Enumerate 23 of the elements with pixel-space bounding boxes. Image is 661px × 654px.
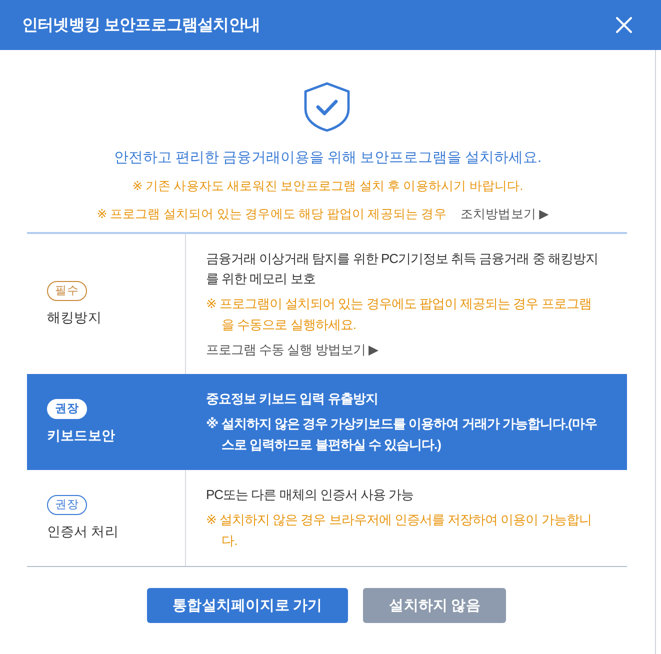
priority-badge: 필수 bbox=[47, 281, 87, 301]
program-name: 키보드보안 bbox=[47, 427, 116, 445]
close-icon bbox=[616, 17, 632, 33]
close-button[interactable] bbox=[616, 17, 632, 33]
program-note: ※ 프로그램이 설치되어 있는 경우에도 팝업이 제공되는 경우 프로그램을 수동으로 실행하세요. bbox=[206, 295, 592, 334]
program-description: 중요정보 키보드 입력 유출방지 bbox=[206, 390, 379, 408]
priority-badge: 권장 bbox=[47, 495, 87, 515]
priority-badge: 권장 bbox=[47, 399, 87, 419]
program-note: ※ 설치하지 않은 경우 가상키보드를 이용하여 거래가 가능합니다.(마우스로 입력하므로 불편하실 수 있습니다.) bbox=[206, 415, 598, 454]
install-headline: 안전하고 편리한 금융거래이용을 위해 보안프로그램을 설치하세요. bbox=[114, 149, 542, 167]
go-install-page-button[interactable]: 통합설치페이지로 가기 bbox=[146, 588, 348, 623]
help-link[interactable]: 조치방법보기 ▶ bbox=[460, 206, 548, 223]
window-title: 인터넷뱅킹 보안프로그램설치안내 bbox=[22, 16, 260, 36]
manual-run-link[interactable]: 프로그램 수동 실행 방법보기 ▶ bbox=[206, 341, 378, 359]
popup-notice: ※ 프로그램 설치되어 있는 경우에도 해당 팝업이 제공되는 경우 bbox=[96, 206, 446, 223]
program-name: 해킹방지 bbox=[47, 309, 102, 327]
existing-user-notice: ※ 기존 사용자도 새로워진 보안프로그램 설치 후 이용하시기 바랍니다. bbox=[132, 178, 523, 195]
program-description: PC또는 다른 매체의 인증서 사용 가능 bbox=[206, 486, 415, 504]
program-name: 인증서 처리 bbox=[47, 523, 118, 541]
shield-check-icon bbox=[304, 82, 350, 132]
program-note: ※ 설치하지 않은 경우 브라우저에 인증서를 저장하여 이용이 가능합니다. bbox=[206, 511, 592, 550]
program-description: 금융거래 이상거래 탐지를 위한 PC기기정보 취득 금융거래 중 해킹방지를 위한 메모리 보호 bbox=[206, 250, 599, 288]
program-row[interactable]: 권장 키보드보안 중요정보 키보드 입력 유출방지 ※ 설치하지 않은 경우 가상키보드를 이용하여 거래가 가능합니다.(마우스로 입력하므로 불편하실 수 있습니다.) bbox=[27, 374, 627, 470]
